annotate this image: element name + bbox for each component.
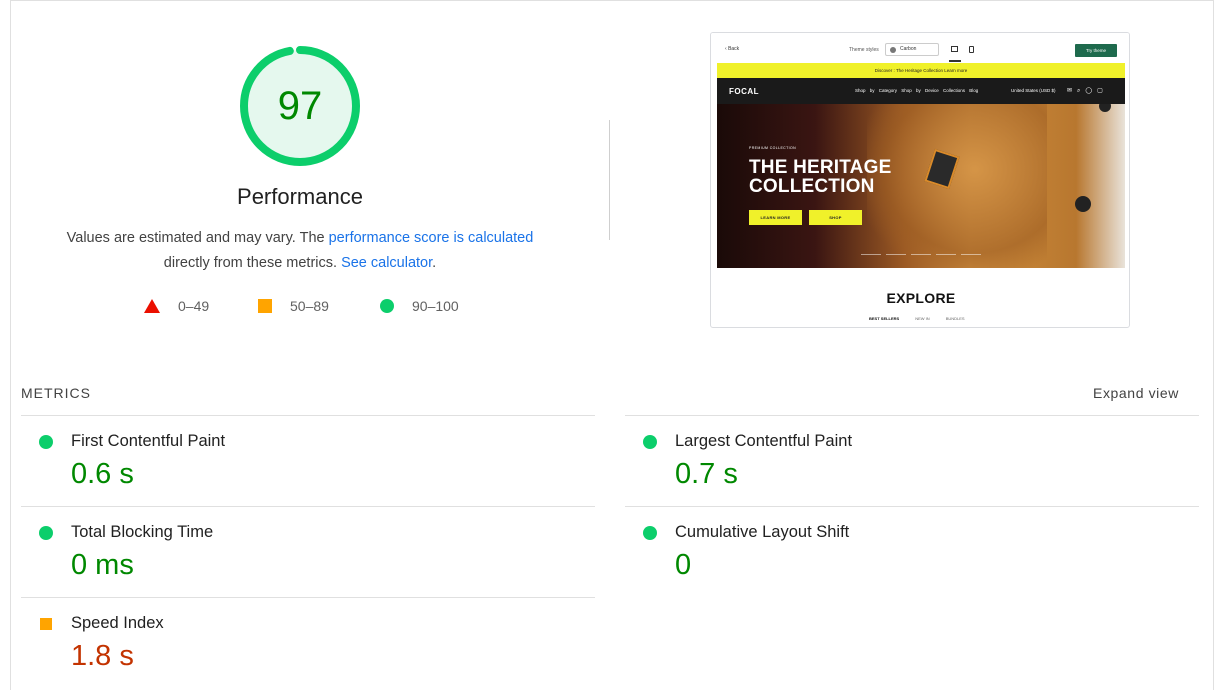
metric-value: 1.8 s (71, 640, 134, 672)
score-legend: 0–49 50–89 90–100 (0, 298, 600, 318)
score-description: Values are estimated and may vary. The p… (40, 226, 560, 276)
thumb-theme-label: Theme styles (849, 47, 879, 53)
pass-circle-icon (39, 526, 53, 540)
performance-score-gauge[interactable]: 97 (238, 44, 362, 168)
metric-title: Cumulative Layout Shift (675, 523, 850, 541)
thumb-nav: FOCAL Shop by Category Shop by Device Co… (717, 78, 1125, 104)
thumb-theme-bar: ‹ Back Theme styles Carbon Try theme (711, 33, 1129, 63)
thumb-country: United States (USD $) (1011, 88, 1056, 93)
metric-first-contentful-paint: First Contentful Paint 0.6 s (21, 415, 595, 506)
thumb-coat-button (1075, 196, 1091, 212)
thumb-heading: THE HERITAGE COLLECTION (749, 157, 892, 197)
metric-value: 0 (675, 549, 692, 581)
metric-largest-contentful-paint: Largest Contentful Paint 0.7 s (625, 415, 1199, 506)
thumb-learn-more: LEARN MORE (749, 210, 802, 225)
thumb-theme-select: Carbon (885, 43, 939, 56)
metric-title: Total Blocking Time (71, 523, 214, 541)
desc-prefix: Values are estimated and may vary. The (66, 230, 329, 246)
triangle-icon (144, 299, 160, 313)
thumb-announcement: Discover : The Heritage Collection Learn… (717, 63, 1125, 78)
thumb-hero: PREMIUM COLLECTION THE HERITAGE COLLECTIO… (717, 104, 1125, 268)
desktop-selected-indicator (949, 60, 961, 62)
see-calculator-link[interactable]: See calculator (341, 255, 432, 271)
thumb-try-theme: Try theme (1075, 44, 1117, 57)
average-square-icon (40, 618, 52, 630)
vertical-divider (609, 120, 610, 240)
final-screenshot[interactable]: ‹ Back Theme styles Carbon Try theme Dis… (710, 32, 1130, 328)
desc-middle: directly from these metrics. (163, 255, 342, 271)
expand-view-toggle[interactable]: Expand view (1093, 385, 1179, 401)
thumb-premium: PREMIUM COLLECTION (749, 146, 797, 150)
thumb-nav-links: Shop by Category Shop by Device Collecti… (855, 88, 979, 93)
legend-item-fail: 0–49 (144, 298, 209, 314)
metric-title: Largest Contentful Paint (675, 432, 853, 450)
desktop-icon (951, 46, 958, 52)
metric-speed-index: Speed Index 1.8 s (21, 597, 595, 688)
legend-item-pass: 90–100 (380, 298, 459, 314)
thumb-slider-dots (861, 254, 981, 256)
metric-cumulative-layout-shift: Cumulative Layout Shift 0 (625, 506, 1199, 597)
metric-value: 0.6 s (71, 458, 134, 490)
metric-title: First Contentful Paint (71, 432, 226, 450)
metric-value: 0 ms (71, 549, 134, 581)
square-icon (258, 299, 272, 313)
thumb-back: ‹ Back (725, 46, 740, 52)
score-value: 97 (277, 83, 323, 128)
score-calculated-link[interactable]: performance score is calculated (329, 230, 534, 246)
thumb-coat-image (867, 104, 1047, 268)
circle-icon (380, 299, 394, 313)
legend-item-average: 50–89 (258, 298, 329, 314)
thumb-shop: SHOP (809, 210, 862, 225)
pass-circle-icon (643, 526, 657, 540)
legend-range: 50–89 (290, 298, 329, 314)
thumb-tabs: BEST SELLERS NEW IN BUNDLES (869, 316, 965, 321)
thumb-coat-button-top (1099, 104, 1111, 112)
legend-range: 90–100 (412, 298, 459, 314)
metric-title: Speed Index (71, 614, 164, 632)
metric-total-blocking-time: Total Blocking Time 0 ms (21, 506, 595, 597)
metrics-header: METRICS (21, 385, 91, 401)
thumb-nav-icons: ✉⌕◯▢ (1067, 88, 1108, 94)
mobile-icon (969, 46, 974, 53)
pass-circle-icon (39, 435, 53, 449)
thumb-logo: FOCAL (729, 87, 760, 96)
desc-suffix: . (432, 255, 437, 271)
score-title: Performance (237, 184, 363, 209)
legend-range: 0–49 (178, 298, 210, 314)
metric-value: 0.7 s (675, 458, 738, 490)
thumb-explore: EXPLORE (886, 290, 956, 306)
pass-circle-icon (643, 435, 657, 449)
